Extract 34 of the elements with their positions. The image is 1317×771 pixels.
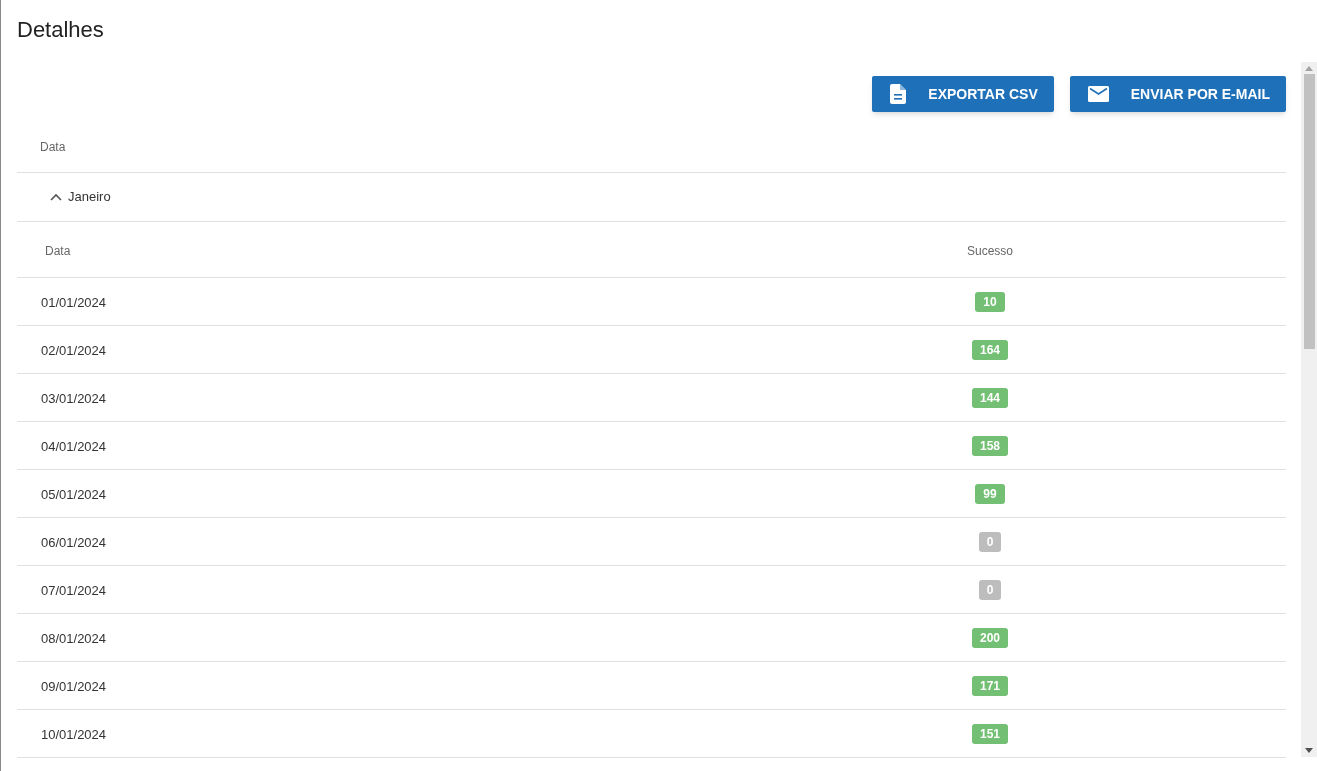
column-header: Data [40, 139, 66, 156]
success-count-badge: 151 [972, 723, 1008, 744]
group-toggle[interactable]: Janeiro [50, 187, 111, 207]
date-cell: 03/01/2024 [41, 390, 107, 406]
success-count-badge: 99 [975, 483, 1005, 504]
success-count-badge: 10 [975, 291, 1005, 312]
scrollbar-thumb[interactable] [1303, 74, 1315, 349]
success-count-badge: 0 [978, 579, 1002, 600]
success-count-badge: 164 [972, 339, 1008, 360]
date-cell: 02/01/2024 [41, 342, 107, 358]
dialog-title: Detalhes [17, 16, 104, 44]
date-cell: 04/01/2024 [41, 438, 107, 454]
date-cell: 06/01/2024 [41, 534, 107, 550]
date-cell: 09/01/2024 [41, 678, 107, 694]
success-count-badge: 171 [972, 675, 1008, 696]
success-count-badge: 200 [972, 627, 1008, 648]
date-cell: 07/01/2024 [41, 582, 107, 598]
success-count-badge: 144 [972, 387, 1008, 408]
date-cell: 01/01/2024 [41, 294, 107, 310]
date-cell: 05/01/2024 [41, 486, 107, 502]
column-header: Data [45, 243, 71, 258]
export-button[interactable]: EXPORTAR CSV [872, 76, 1054, 112]
scroll-up-icon[interactable] [1305, 66, 1313, 71]
mail-icon [1087, 86, 1109, 102]
success-count-badge: 158 [972, 435, 1008, 456]
date-cell: 08/01/2024 [41, 630, 107, 646]
date-cell: 10/01/2024 [41, 726, 107, 742]
chevron-up-icon [50, 193, 62, 201]
scroll-down-icon[interactable] [1305, 748, 1313, 753]
success-count-badge: 0 [978, 531, 1002, 552]
document-icon [890, 84, 907, 104]
email-button[interactable]: ENVIAR POR E-MAIL [1069, 76, 1286, 112]
scrollbar[interactable] [1301, 62, 1317, 757]
column-header: Sucesso [967, 243, 1013, 258]
